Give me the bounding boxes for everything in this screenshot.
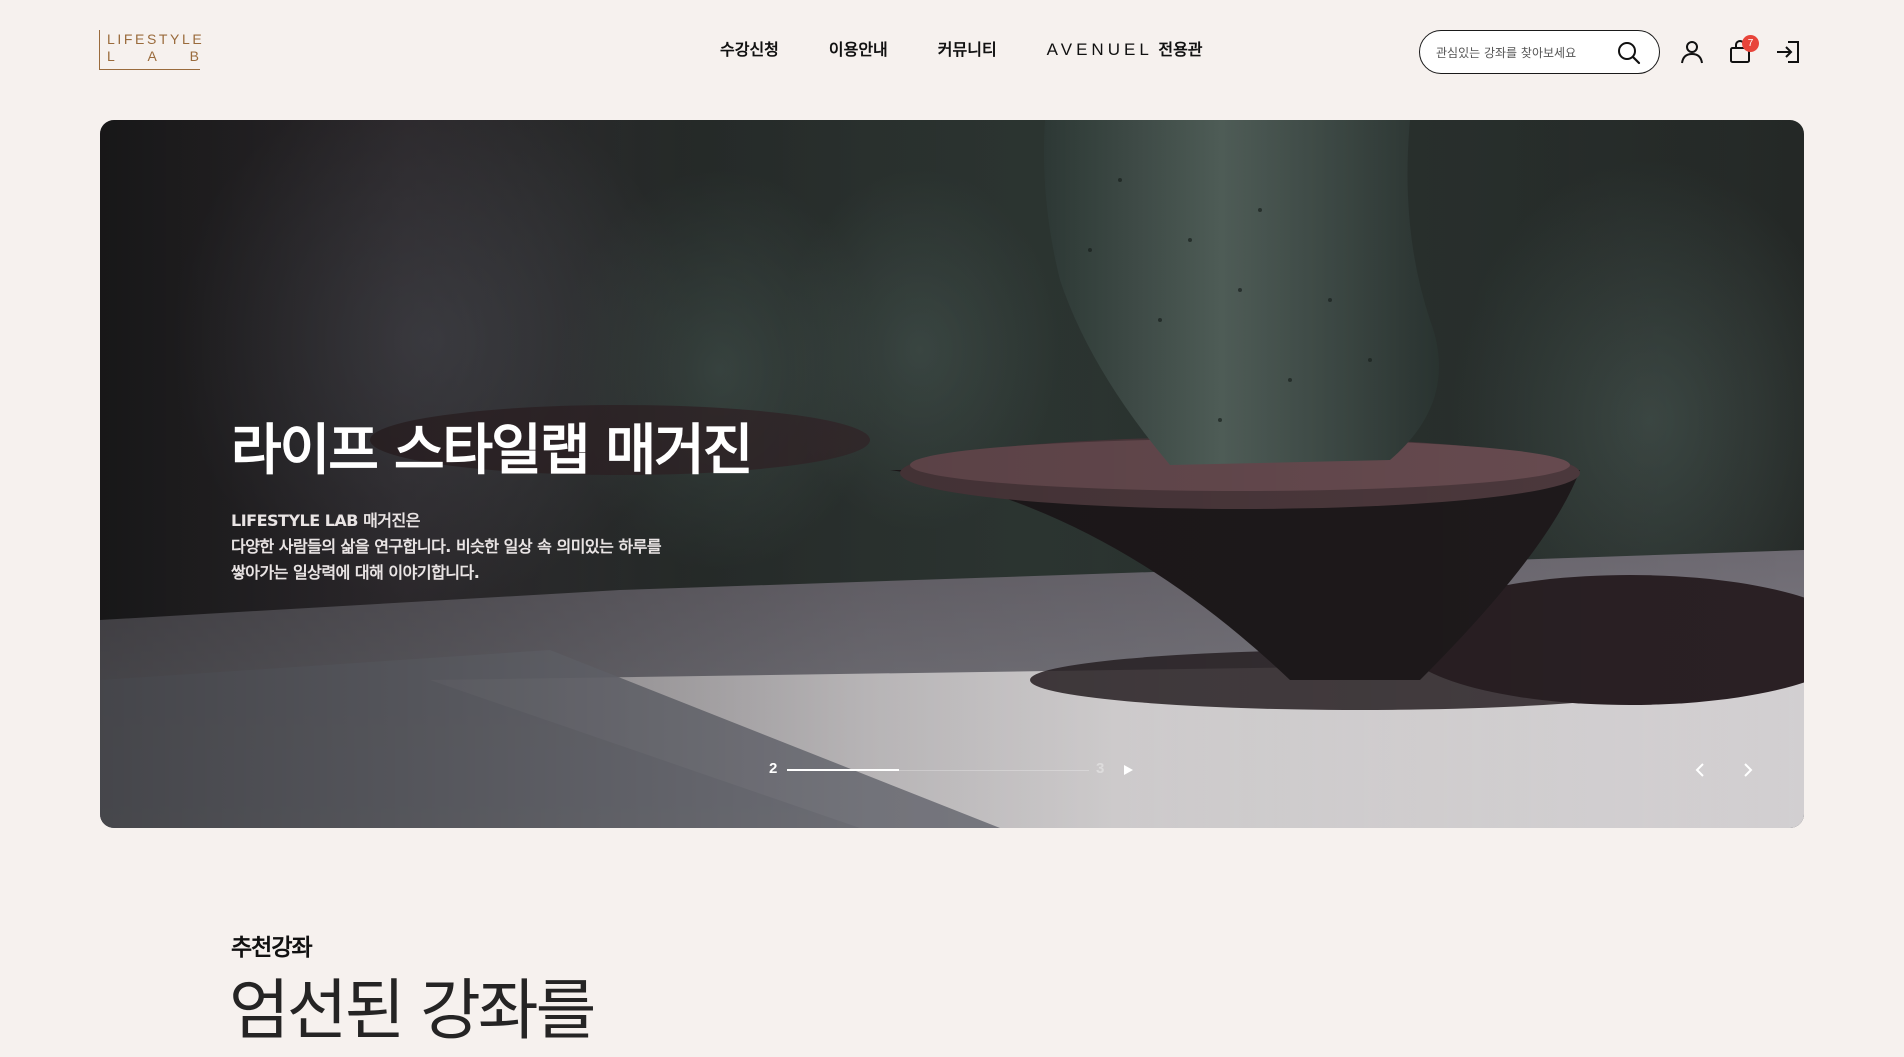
chevron-right-icon[interactable] [1738, 760, 1758, 780]
hero-title: 라이프 스타일랩 매거진 [231, 418, 753, 482]
avenuel-brand: AVENUEL [1046, 40, 1153, 59]
search-input[interactable] [1436, 42, 1616, 64]
nav-item-enroll[interactable]: 수강신청 [720, 38, 779, 62]
nav-item-guide[interactable]: 이용안내 [829, 38, 888, 62]
login-icon[interactable] [1774, 38, 1802, 66]
hero-description-line: LIFESTYLE LAB 매거진은 [231, 511, 420, 530]
nav-item-avenuel[interactable]: AVENUEL 전용관 [1047, 38, 1203, 62]
main-nav: 수강신청 이용안내 커뮤니티 AVENUEL 전용관 [720, 38, 1203, 62]
user-icon[interactable] [1678, 38, 1706, 66]
hero-description: LIFESTYLE LAB 매거진은 다양한 사람들의 삶을 연구합니다. 비슷… [231, 508, 751, 586]
logo-letter-b: B [189, 48, 199, 64]
play-icon[interactable] [1121, 762, 1135, 778]
logo-line1: LIFESTYLE [107, 31, 205, 47]
section-heading: 엄선된 강좌를 [229, 972, 596, 1049]
cart-count-badge: 7 [1742, 35, 1759, 52]
current-slide-number: 2 [769, 760, 778, 777]
logo-line2: L A B [107, 48, 199, 64]
search-box [1419, 30, 1660, 74]
nav-item-community[interactable]: 커뮤니티 [938, 38, 997, 62]
hero-description-line: 쌓아가는 일상력에 대해 이야기합니다. [231, 563, 480, 582]
logo-letter-l: L [107, 48, 115, 64]
chevron-left-icon[interactable] [1690, 760, 1710, 780]
avenuel-suffix: 전용관 [1152, 40, 1203, 59]
lifestyle-lab-logo[interactable]: LIFESTYLE L A B [99, 30, 202, 70]
site-header: LIFESTYLE L A B 수강신청 이용안내 커뮤니티 AVENUEL 전… [0, 0, 1904, 104]
slide-progress-fill [787, 769, 899, 771]
page: LIFESTYLE L A B 수강신청 이용안내 커뮤니티 AVENUEL 전… [0, 0, 1904, 1057]
section-label: 추천강좌 [231, 935, 313, 961]
logo-letter-a: A [147, 48, 157, 64]
total-slide-number: 3 [1096, 760, 1105, 777]
hero-description-line: 다양한 사람들의 삶을 연구합니다. 비슷한 일상 속 의미있는 하루를 [231, 537, 662, 556]
search-icon[interactable] [1616, 40, 1642, 66]
hero-banner[interactable]: 라이프 스타일랩 매거진 LIFESTYLE LAB 매거진은 다양한 사람들의… [100, 120, 1804, 828]
